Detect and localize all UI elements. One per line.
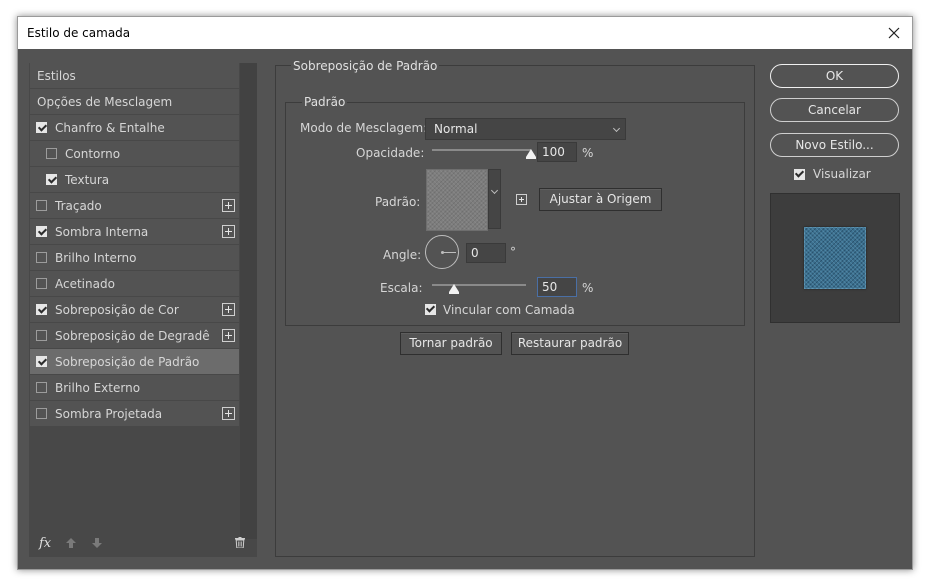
style-list-item-sombra-projetada[interactable]: Sombra Projetada xyxy=(30,401,239,426)
style-checkbox[interactable] xyxy=(36,226,47,237)
scale-label: Escala: xyxy=(380,281,423,295)
scale-slider-thumb[interactable] xyxy=(449,284,459,294)
blend-mode-label: Modo de Mesclagem: xyxy=(300,121,428,135)
style-list-item-label: Estilos xyxy=(37,69,76,83)
blend-mode-value: Normal xyxy=(434,122,478,136)
opacity-label: Opacidade: xyxy=(356,146,425,160)
chevron-down-icon xyxy=(490,186,499,195)
opacity-input[interactable]: 100 xyxy=(537,142,577,162)
style-list-item-sobreposicao-de-padrao[interactable]: Sobreposição de Padrão xyxy=(30,349,239,374)
preview-thumbnail xyxy=(804,227,866,289)
fx-button[interactable]: fx xyxy=(39,536,51,551)
style-checkbox[interactable] xyxy=(46,148,57,159)
new-preset-icon[interactable] xyxy=(516,194,527,205)
link-with-layer-label: Vincular com Camada xyxy=(443,303,575,317)
style-list-item-tracado[interactable]: Traçado xyxy=(30,193,239,218)
style-checkbox[interactable] xyxy=(36,356,47,367)
style-list-item-label: Sobreposição de Degradê xyxy=(55,329,210,343)
style-list-item-label: Sombra Projetada xyxy=(55,407,163,421)
scale-slider-track[interactable] xyxy=(432,284,526,286)
group-title: Padrão xyxy=(302,95,348,109)
style-checkbox[interactable] xyxy=(36,304,47,315)
make-default-button[interactable]: Tornar padrão xyxy=(400,332,502,355)
link-with-layer-checkbox[interactable] xyxy=(425,304,436,315)
style-list-item-brilho-interno[interactable]: Brilho Interno xyxy=(30,245,239,270)
opacity-slider-thumb[interactable] xyxy=(526,149,536,159)
angle-dial[interactable] xyxy=(425,235,459,269)
style-list-item-sobreposicao-de-cor[interactable]: Sobreposição de Cor xyxy=(30,297,239,322)
add-instance-icon[interactable] xyxy=(222,303,235,316)
style-list-item-chanfro-entalhe[interactable]: Chanfro & Entalhe xyxy=(30,115,239,140)
close-icon xyxy=(888,27,900,39)
layer-style-dialog: Estilo de camada Estilos Opções de Mescla… xyxy=(17,16,913,570)
add-instance-icon[interactable] xyxy=(222,407,235,420)
style-list-item-estilos[interactable]: Estilos xyxy=(30,63,239,88)
scale-input[interactable]: 50 xyxy=(537,277,577,297)
move-up-icon[interactable] xyxy=(65,537,77,549)
style-list-footer: fx xyxy=(29,529,257,557)
style-checkbox[interactable] xyxy=(36,278,47,289)
style-checkbox[interactable] xyxy=(36,382,47,393)
style-list-item-opcoes-de-mesclagem[interactable]: Opções de Mesclagem xyxy=(30,89,239,114)
style-checkbox[interactable] xyxy=(36,408,47,419)
style-list-item-label: Sobreposição de Cor xyxy=(55,303,179,317)
ok-button[interactable]: OK xyxy=(770,64,899,88)
trash-icon[interactable] xyxy=(235,537,245,548)
style-checkbox[interactable] xyxy=(46,174,57,185)
reset-default-button[interactable]: Restaurar padrão xyxy=(511,332,629,355)
angle-label: Angle: xyxy=(383,248,422,262)
dialog-body: Estilos Opções de Mesclagem Chanfro & Enta… xyxy=(18,49,912,569)
section-title: Sobreposição de Padrão xyxy=(291,59,440,73)
add-instance-icon[interactable] xyxy=(222,225,235,238)
style-checkbox[interactable] xyxy=(36,330,47,341)
style-list-item-textura[interactable]: Textura xyxy=(30,167,239,192)
style-list-item-sobreposicao-de-degrade[interactable]: Sobreposição de Degradê xyxy=(30,323,239,348)
opacity-unit: % xyxy=(582,146,594,160)
angle-unit: ° xyxy=(510,245,516,259)
blend-mode-select[interactable]: Normal xyxy=(425,118,626,140)
angle-dial-center xyxy=(441,251,444,254)
style-list-item-sombra-interna[interactable]: Sombra Interna xyxy=(30,219,239,244)
style-list-item-label: Opções de Mesclagem xyxy=(37,95,173,109)
angle-input[interactable]: 0 xyxy=(466,243,506,263)
dialog-title: Estilo de camada xyxy=(27,26,131,40)
chevron-down-icon xyxy=(612,124,621,133)
style-list-item-acetinado[interactable]: Acetinado xyxy=(30,271,239,296)
style-list-scrollbar[interactable] xyxy=(240,63,257,539)
close-button[interactable] xyxy=(876,17,912,49)
new-style-button[interactable]: Novo Estilo... xyxy=(770,133,899,157)
cancel-button[interactable]: Cancelar xyxy=(770,98,899,122)
preview-checkbox[interactable] xyxy=(794,169,805,180)
preview-label: Visualizar xyxy=(813,167,871,181)
move-down-icon[interactable] xyxy=(91,537,103,549)
style-preview xyxy=(770,193,900,323)
add-instance-icon[interactable] xyxy=(222,199,235,212)
style-checkbox[interactable] xyxy=(36,252,47,263)
title-bar: Estilo de camada xyxy=(18,17,912,49)
style-list-item-label: Sombra Interna xyxy=(55,225,149,239)
angle-needle xyxy=(443,252,456,253)
pattern-picker-button[interactable] xyxy=(488,169,501,229)
opacity-slider-track[interactable] xyxy=(432,149,531,151)
style-list-item-label: Traçado xyxy=(55,199,102,213)
style-list-item-contorno[interactable]: Contorno xyxy=(30,141,239,166)
scale-unit: % xyxy=(582,281,594,295)
snap-to-origin-button[interactable]: Ajustar à Origem xyxy=(539,188,662,211)
style-list: Estilos Opções de Mesclagem Chanfro & Enta… xyxy=(29,63,257,557)
style-list-item-label: Brilho Interno xyxy=(55,251,137,265)
style-list-item-brilho-externo[interactable]: Brilho Externo xyxy=(30,375,239,400)
style-list-item-label: Textura xyxy=(65,173,110,187)
pattern-label: Padrão: xyxy=(375,195,421,209)
style-list-item-label: Contorno xyxy=(65,147,121,161)
add-instance-icon[interactable] xyxy=(222,329,235,342)
style-checkbox[interactable] xyxy=(36,122,47,133)
style-list-item-label: Sobreposição de Padrão xyxy=(55,355,200,369)
style-checkbox[interactable] xyxy=(36,200,47,211)
style-list-item-label: Acetinado xyxy=(55,277,115,291)
style-list-item-label: Brilho Externo xyxy=(55,381,141,395)
style-list-item-label: Chanfro & Entalhe xyxy=(55,121,165,135)
pattern-swatch[interactable] xyxy=(426,169,488,231)
